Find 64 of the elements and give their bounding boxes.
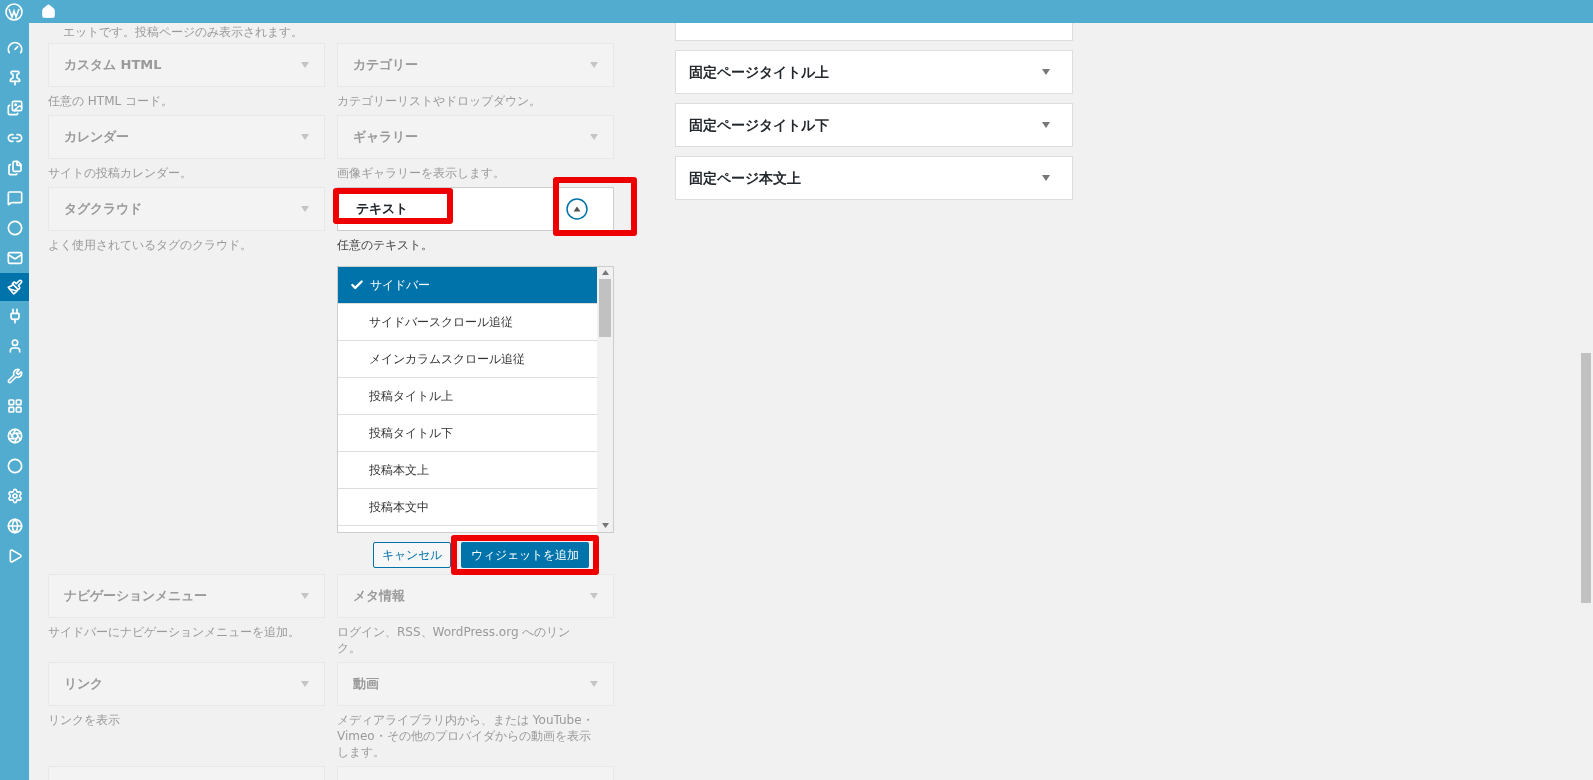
widget-description: エットです。投稿ページのみ表示されます。 [62, 24, 304, 41]
aperture-icon[interactable] [6, 428, 23, 444]
caret-icon [301, 206, 309, 212]
widget-description: カテゴリーリストやドロップダウン。 [337, 93, 542, 109]
add-widget-button[interactable]: ウィジェットを追加 [460, 542, 589, 568]
widget-title: ナビゲーションメニュー [64, 587, 207, 606]
widget-title: ギャラリー [353, 128, 418, 147]
scrollbar-thumb[interactable] [1581, 353, 1591, 603]
widget-description: 画像ギャラリーを表示します。 [337, 165, 506, 181]
area-title: 固定ページタイトル下 [689, 115, 829, 135]
caret-icon [1042, 122, 1050, 128]
widget-title: メタ情報 [353, 587, 405, 606]
widget-title: リンク [64, 675, 103, 694]
grid-icon[interactable] [6, 398, 23, 414]
area-option[interactable]: サイドバー [338, 267, 597, 304]
widget-title: タグクラウド [64, 200, 142, 219]
widget-description: メディアライブラリ内から、または YouTube・Vimeo・その他のプロバイダからの動画を表示します。 [337, 712, 595, 760]
scroll-up-icon[interactable] [601, 270, 609, 275]
cancel-button[interactable]: キャンセル [372, 542, 451, 568]
widget-title: カスタム HTML [64, 56, 162, 75]
widget-title: 動画 [353, 675, 379, 694]
scrollbar-thumb[interactable] [599, 279, 611, 337]
caret-icon [590, 134, 598, 140]
settings-icon[interactable] [6, 488, 23, 504]
widget-description: サイトの投稿カレンダー。 [48, 165, 193, 181]
caret-icon [1042, 175, 1050, 181]
caret-icon [301, 62, 309, 68]
comment-icon[interactable] [6, 190, 23, 206]
caret-icon [590, 593, 598, 599]
dashboard-icon[interactable] [6, 40, 23, 56]
widget-description: リンクを表示 [48, 712, 121, 728]
globe-icon[interactable] [6, 518, 23, 534]
widget-description: 任意のテキスト。 [337, 237, 434, 254]
widget-title: カレンダー [64, 128, 129, 147]
caret-icon [301, 681, 309, 687]
area-card[interactable]: 固定ページ本文上 [675, 156, 1073, 200]
area-title: 固定ページ本文上 [689, 168, 801, 188]
area-list[interactable]: サイドバー サイドバースクロール追従 メインカラムスクロール追従 投稿タイトル上 投稿タイトル下 投稿本文上 投稿本文中 [337, 266, 614, 533]
mail-icon[interactable] [6, 250, 23, 266]
brush-icon[interactable] [6, 279, 23, 295]
area-title: 固定ページタイトル上 [689, 62, 829, 82]
widget-description: よく使用されているタグのクラウド。 [48, 237, 253, 253]
area-card[interactable]: 固定ページタイトル上 [675, 50, 1073, 94]
widget-description: 任意の HTML コード。 [48, 93, 175, 109]
wordpress-logo-icon[interactable] [5, 2, 23, 21]
area-card[interactable] [675, 23, 1073, 41]
caret-icon [590, 681, 598, 687]
circle-icon[interactable] [6, 220, 23, 236]
scroll-down-icon[interactable] [601, 523, 609, 528]
caret-icon [301, 593, 309, 599]
caret-icon [1042, 69, 1050, 75]
caret-icon [590, 62, 598, 68]
widget-title: カテゴリー [353, 56, 418, 75]
widget-description: サイドバーにナビゲーションメニューを追加。 [48, 624, 301, 640]
circle-icon[interactable] [6, 458, 23, 474]
home-icon[interactable] [41, 4, 56, 19]
media-icon[interactable] [6, 100, 23, 116]
check-icon [350, 278, 364, 292]
pages-icon[interactable] [6, 160, 23, 176]
caret-icon [301, 134, 309, 140]
wrench-icon[interactable] [6, 368, 23, 384]
widget-description: ログイン、RSS、WordPress.org へのリンク。 [337, 624, 572, 656]
collapse-icon [565, 198, 588, 220]
area-card[interactable]: 固定ページタイトル下 [675, 103, 1073, 147]
